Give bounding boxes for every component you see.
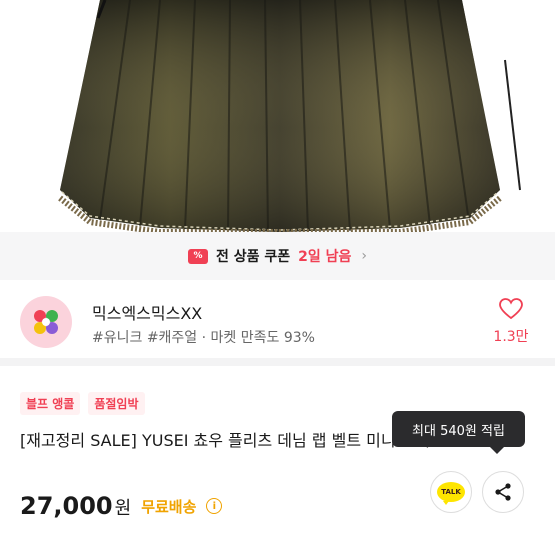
shop-avatar[interactable] [20, 296, 72, 348]
price-row: 27,000 원 무료배송 i [20, 492, 223, 520]
shop-name[interactable]: 믹스엑스믹스XX [92, 300, 202, 324]
coupon-title: 전 상품 쿠폰 [215, 249, 291, 265]
product-price: 27,000 원 [20, 492, 131, 520]
share-icon [495, 483, 511, 501]
badge-low-stock: 품절임박 [88, 392, 145, 415]
points-tooltip: 최대 540원 적립 [392, 411, 525, 454]
product-badges: 블프 앵콜 품절임박 [20, 392, 145, 415]
free-shipping-label: 무료배송 [141, 497, 197, 516]
kakaotalk-button[interactable]: TALK [430, 471, 472, 513]
badge-black-friday: 블프 앵콜 [20, 392, 81, 415]
coupon-icon: % [187, 248, 208, 264]
price-amount: 27,000 [20, 492, 113, 520]
shop-info-row[interactable]: 믹스엑스믹스XX #유니크 #캐주얼 · 마켓 만족도 93% 1.3만 [0, 280, 555, 366]
coupon-days-left: 2일 남음 [298, 249, 352, 265]
info-icon[interactable]: i [206, 498, 223, 514]
shop-logo-icon [34, 310, 58, 334]
price-currency: 원 [114, 498, 132, 519]
heart-icon [499, 298, 523, 320]
coupon-banner[interactable]: % 전 상품 쿠폰 2일 남음 › [0, 232, 555, 280]
like-button[interactable]: 1.3만 [489, 298, 533, 346]
product-image[interactable] [0, 0, 555, 232]
product-detail-screen: % 전 상품 쿠폰 2일 남음 › 믹스엑스믹스XX #유니크 #캐주얼 · 마… [0, 0, 555, 555]
like-count: 1.3만 [493, 329, 529, 345]
kakaotalk-icon: TALK [437, 482, 465, 505]
pleated-skirt-photo [58, 0, 521, 232]
share-button[interactable] [482, 471, 524, 513]
chevron-right-icon: › [361, 248, 368, 264]
shop-tags-satisfaction: #유니크 #캐주얼 · 마켓 만족도 93% [92, 330, 315, 346]
